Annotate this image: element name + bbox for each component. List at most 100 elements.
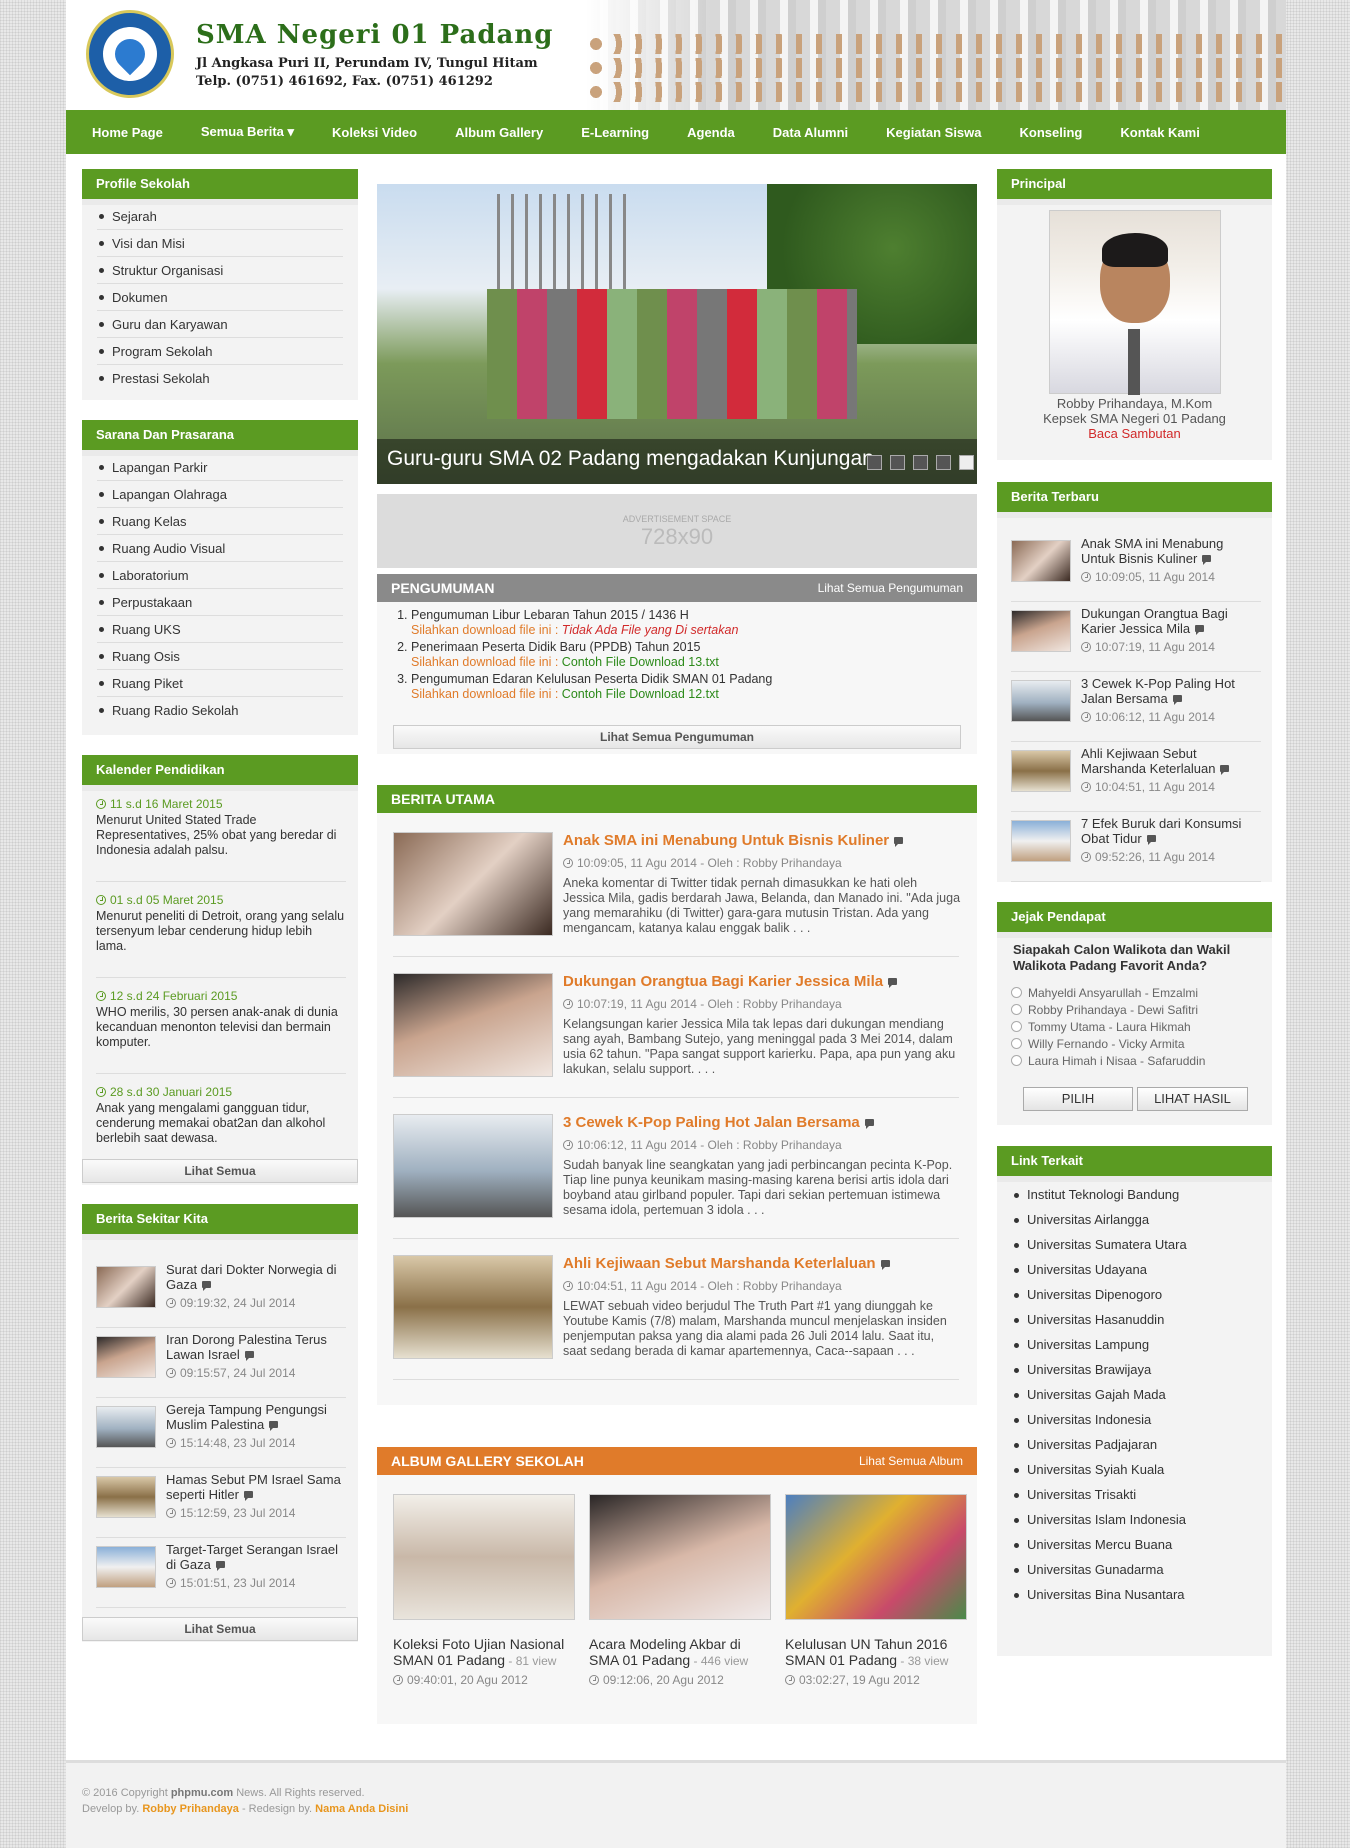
- news-slider[interactable]: Guru-guru SMA 02 Padang mengadakan Kunju…: [377, 184, 977, 484]
- pengumuman-see-all-button[interactable]: Lihat Semua Pengumuman: [393, 725, 961, 749]
- download-link[interactable]: Contoh File Download 12.txt: [562, 687, 719, 701]
- radio-button[interactable]: [1011, 1021, 1022, 1032]
- poll-result-button[interactable]: LIHAT HASIL: [1137, 1087, 1248, 1111]
- footer-dev-link[interactable]: Robby Prihandaya: [142, 1803, 239, 1815]
- news-item[interactable]: Dukungan Orangtua Bagi Karier Jessica Mi…: [1011, 606, 1261, 672]
- download-link[interactable]: Tidak Ada File yang Di sertakan: [562, 623, 739, 637]
- list-item[interactable]: Universitas Hasanuddin: [1012, 1307, 1257, 1332]
- news-title[interactable]: 7 Efek Buruk dari Konsumsi Obat Tidur: [1081, 816, 1259, 846]
- list-item[interactable]: Universitas Padjajaran: [1012, 1432, 1257, 1457]
- news-title[interactable]: Ahli Kejiwaan Sebut Marshanda Keterlalua…: [1081, 746, 1259, 776]
- nav-item[interactable]: Data Alumni: [773, 125, 848, 140]
- list-item[interactable]: Sejarah: [97, 203, 343, 230]
- album-see-all-link[interactable]: Lihat Semua Album: [859, 1454, 963, 1468]
- school-logo[interactable]: [86, 10, 174, 98]
- list-item[interactable]: Ruang Radio Sekolah: [97, 697, 343, 723]
- article-image[interactable]: [393, 832, 553, 936]
- list-item[interactable]: Universitas Syiah Kuala: [1012, 1457, 1257, 1482]
- list-item[interactable]: Ruang Kelas: [97, 508, 343, 535]
- poll-option[interactable]: Willy Fernando - Vicky Armita: [1011, 1037, 1185, 1051]
- nav-item[interactable]: Agenda: [687, 125, 735, 140]
- list-item[interactable]: Ruang Osis: [97, 643, 343, 670]
- news-item[interactable]: Hamas Sebut PM Israel Sama seperti Hitle…: [96, 1472, 346, 1538]
- nav-item[interactable]: E-Learning: [581, 125, 649, 140]
- poll-option[interactable]: Laura Himah i Nisaa - Safaruddin: [1011, 1054, 1205, 1068]
- nav-item[interactable]: Koleksi Video: [332, 125, 417, 140]
- radio-button[interactable]: [1011, 1038, 1022, 1049]
- album-image[interactable]: [589, 1494, 771, 1620]
- list-item[interactable]: Ruang Piket: [97, 670, 343, 697]
- announcement-title[interactable]: Pengumuman Libur Lebaran Tahun 2015 / 14…: [411, 608, 689, 622]
- list-item[interactable]: Lapangan Olahraga: [97, 481, 343, 508]
- album-image[interactable]: [785, 1494, 967, 1620]
- sekitar-see-all-button[interactable]: Lihat Semua: [82, 1617, 358, 1641]
- list-item[interactable]: Universitas Islam Indonesia: [1012, 1507, 1257, 1532]
- list-item[interactable]: Universitas Brawijaya: [1012, 1357, 1257, 1382]
- list-item[interactable]: Universitas Udayana: [1012, 1257, 1257, 1282]
- list-item[interactable]: Laboratorium: [97, 562, 343, 589]
- footer-redesign-link[interactable]: Nama Anda Disini: [315, 1803, 408, 1815]
- news-title[interactable]: Anak SMA ini Menabung Untuk Bisnis Kulin…: [1081, 536, 1259, 566]
- ad-space[interactable]: ADVERTISEMENT SPACE 728x90: [377, 494, 977, 568]
- list-item[interactable]: Visi dan Misi: [97, 230, 343, 257]
- list-item[interactable]: Program Sekolah: [97, 338, 343, 365]
- list-item[interactable]: Universitas Airlangga: [1012, 1207, 1257, 1232]
- nav-item[interactable]: Kegiatan Siswa: [886, 125, 981, 140]
- article-title[interactable]: Ahli Kejiwaan Sebut Marshanda Keterlalua…: [563, 1255, 890, 1272]
- list-item[interactable]: Universitas Trisakti: [1012, 1482, 1257, 1507]
- list-item[interactable]: Guru dan Karyawan: [97, 311, 343, 338]
- nav-item[interactable]: Home Page: [92, 125, 163, 140]
- list-item[interactable]: Prestasi Sekolah: [97, 365, 343, 391]
- kalender-see-all-button[interactable]: Lihat Semua: [82, 1159, 358, 1183]
- nav-item[interactable]: Semua Berita ▾: [201, 124, 294, 140]
- poll-option[interactable]: Mahyeldi Ansyarullah - Emzalmi: [1011, 986, 1198, 1000]
- news-item[interactable]: Surat dari Dokter Norwegia di Gaza 09:19:…: [96, 1262, 346, 1328]
- news-item[interactable]: 3 Cewek K-Pop Paling Hot Jalan Bersama 10…: [1011, 676, 1261, 742]
- list-item[interactable]: Universitas Indonesia: [1012, 1407, 1257, 1432]
- article-title[interactable]: 3 Cewek K-Pop Paling Hot Jalan Bersama: [563, 1114, 874, 1131]
- list-item[interactable]: Struktur Organisasi: [97, 257, 343, 284]
- announcement-title[interactable]: Penerimaan Peserta Didik Baru (PPDB) Tah…: [411, 640, 701, 654]
- slider-dot[interactable]: [890, 455, 905, 470]
- news-title[interactable]: Iran Dorong Palestina Terus Lawan Israel: [166, 1332, 344, 1362]
- news-title[interactable]: Dukungan Orangtua Bagi Karier Jessica Mi…: [1081, 606, 1259, 636]
- article-image[interactable]: [393, 1114, 553, 1218]
- article-image[interactable]: [393, 1255, 553, 1359]
- radio-button[interactable]: [1011, 1055, 1022, 1066]
- nav-item[interactable]: Konseling: [1020, 125, 1083, 140]
- list-item[interactable]: Lapangan Parkir: [97, 454, 343, 481]
- list-item[interactable]: Universitas Sumatera Utara: [1012, 1232, 1257, 1257]
- list-item[interactable]: Perpustakaan: [97, 589, 343, 616]
- list-item[interactable]: Universitas Gajah Mada: [1012, 1382, 1257, 1407]
- news-item[interactable]: Gereja Tampung Pengungsi Muslim Palestin…: [96, 1402, 346, 1468]
- nav-item[interactable]: Kontak Kami: [1120, 125, 1199, 140]
- slider-dot-active[interactable]: [959, 455, 974, 470]
- news-title[interactable]: Hamas Sebut PM Israel Sama seperti Hitle…: [166, 1472, 344, 1502]
- news-item[interactable]: Iran Dorong Palestina Terus Lawan Israel…: [96, 1332, 346, 1398]
- announcement-title[interactable]: Pengumuman Edaran Kelulusan Peserta Didi…: [411, 672, 772, 686]
- list-item[interactable]: Universitas Gunadarma: [1012, 1557, 1257, 1582]
- article-image[interactable]: [393, 973, 553, 1077]
- radio-button[interactable]: [1011, 987, 1022, 998]
- nav-item[interactable]: Album Gallery: [455, 125, 543, 140]
- list-item[interactable]: Ruang UKS: [97, 616, 343, 643]
- slider-dot[interactable]: [913, 455, 928, 470]
- list-item[interactable]: Universitas Mercu Buana: [1012, 1532, 1257, 1557]
- list-item[interactable]: Universitas Lampung: [1012, 1332, 1257, 1357]
- news-title[interactable]: Surat dari Dokter Norwegia di Gaza: [166, 1262, 344, 1292]
- list-item[interactable]: Universitas Dipenogoro: [1012, 1282, 1257, 1307]
- principal-read-link[interactable]: Baca Sambutan: [1088, 426, 1181, 441]
- news-item[interactable]: Anak SMA ini Menabung Untuk Bisnis Kulin…: [1011, 536, 1261, 602]
- poll-option[interactable]: Tommy Utama - Laura Hikmah: [1011, 1020, 1191, 1034]
- list-item[interactable]: Universitas Bina Nusantara: [1012, 1582, 1257, 1607]
- news-title[interactable]: Target-Target Serangan Israel di Gaza: [166, 1542, 344, 1572]
- news-title[interactable]: Gereja Tampung Pengungsi Muslim Palestin…: [166, 1402, 344, 1432]
- article-title[interactable]: Anak SMA ini Menabung Untuk Bisnis Kulin…: [563, 832, 904, 849]
- list-item[interactable]: Institut Teknologi Bandung: [1012, 1182, 1257, 1207]
- news-item[interactable]: Target-Target Serangan Israel di Gaza 15:…: [96, 1542, 346, 1608]
- list-item[interactable]: Dokumen: [97, 284, 343, 311]
- download-link[interactable]: Contoh File Download 13.txt: [562, 655, 719, 669]
- news-item[interactable]: Ahli Kejiwaan Sebut Marshanda Keterlalua…: [1011, 746, 1261, 812]
- article-title[interactable]: Dukungan Orangtua Bagi Karier Jessica Mi…: [563, 973, 898, 990]
- poll-option[interactable]: Robby Prihandaya - Dewi Safitri: [1011, 1003, 1198, 1017]
